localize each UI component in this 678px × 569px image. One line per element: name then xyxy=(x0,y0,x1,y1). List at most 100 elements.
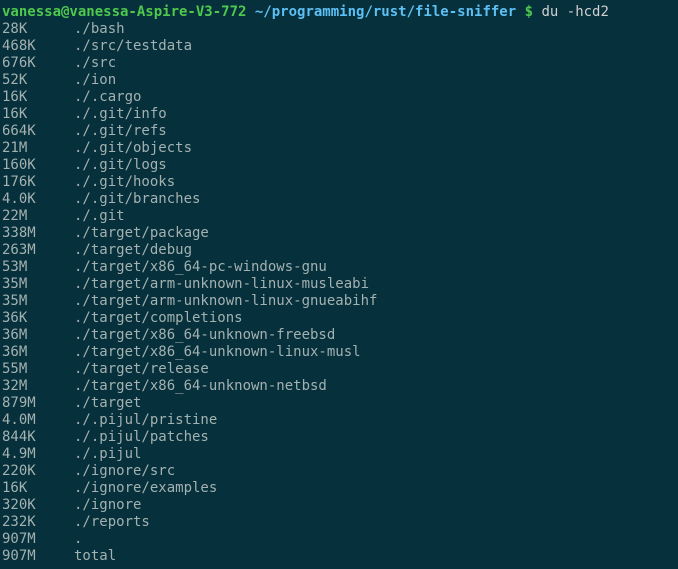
path-value: ./target/arm-unknown-linux-gnueabihf xyxy=(74,293,377,309)
path-value: . xyxy=(74,531,82,547)
size-value: 53M xyxy=(2,259,74,276)
path-value: ./target/package xyxy=(74,225,209,241)
output-row: 176K./.git/hooks xyxy=(2,174,678,191)
output-row: 16K./.git/info xyxy=(2,106,678,123)
size-value: 263M xyxy=(2,242,74,259)
path-value: ./target/x86_64-unknown-freebsd xyxy=(74,327,335,343)
output-row: 36K./target/completions xyxy=(2,310,678,327)
size-value: 907M xyxy=(2,548,74,565)
output-row: 21M./.git/objects xyxy=(2,140,678,157)
path-value: ./src/testdata xyxy=(74,38,192,54)
path-value: ./ion xyxy=(74,72,116,88)
output-row: 53M./target/x86_64-pc-windows-gnu xyxy=(2,259,678,276)
size-value: 4.9M xyxy=(2,446,74,463)
path-value: ./ignore/examples xyxy=(74,480,217,496)
path-value: ./.git xyxy=(74,208,125,224)
size-value: 16K xyxy=(2,480,74,497)
size-value: 35M xyxy=(2,293,74,310)
output-row: 907Mtotal xyxy=(2,548,678,565)
path-value: ./bash xyxy=(74,21,125,37)
path-value: ./.pijul/patches xyxy=(74,429,209,445)
path-value: total xyxy=(74,548,116,564)
output-row: 232K./reports xyxy=(2,514,678,531)
path-value: ./target/x86_64-pc-windows-gnu xyxy=(74,259,327,275)
size-value: 176K xyxy=(2,174,74,191)
command-text[interactable]: du -hcd2 xyxy=(541,4,608,20)
size-value: 907M xyxy=(2,531,74,548)
path-value: ./.git/info xyxy=(74,106,167,122)
dollar: $ xyxy=(525,4,533,20)
size-value: 28K xyxy=(2,21,74,38)
size-value: 21M xyxy=(2,140,74,157)
size-value: 468K xyxy=(2,38,74,55)
output-row: 844K./.pijul/patches xyxy=(2,429,678,446)
size-value: 16K xyxy=(2,106,74,123)
output-row: 879M./target xyxy=(2,395,678,412)
path-value: ./.pijul xyxy=(74,446,141,462)
prompt-line: vanessa@vanessa-Aspire-V3-772 ~/programm… xyxy=(2,4,678,21)
cwd: ~/programming/rust/file-sniffer xyxy=(255,4,516,20)
output-row: 664K./.git/refs xyxy=(2,123,678,140)
path-value: ./.git/logs xyxy=(74,157,167,173)
size-value: 35M xyxy=(2,276,74,293)
path-value: ./target/completions xyxy=(74,310,243,326)
size-value: 338M xyxy=(2,225,74,242)
size-value: 55M xyxy=(2,361,74,378)
output-row: 220K./ignore/src xyxy=(2,463,678,480)
path-value: ./.git/hooks xyxy=(74,174,175,190)
output-row: 36M./target/x86_64-unknown-linux-musl xyxy=(2,344,678,361)
size-value: 320K xyxy=(2,497,74,514)
size-value: 220K xyxy=(2,463,74,480)
output-row: 338M./target/package xyxy=(2,225,678,242)
du-output: 28K./bash468K./src/testdata676K./src52K.… xyxy=(2,21,678,565)
output-row: 676K./src xyxy=(2,55,678,72)
path-value: ./target/debug xyxy=(74,242,192,258)
output-row: 36M./target/x86_64-unknown-freebsd xyxy=(2,327,678,344)
path-value: ./ignore/src xyxy=(74,463,175,479)
size-value: 36K xyxy=(2,310,74,327)
size-value: 232K xyxy=(2,514,74,531)
size-value: 676K xyxy=(2,55,74,72)
output-row: 160K./.git/logs xyxy=(2,157,678,174)
size-value: 160K xyxy=(2,157,74,174)
path-value: ./.pijul/pristine xyxy=(74,412,217,428)
size-value: 22M xyxy=(2,208,74,225)
output-row: 4.0M./.pijul/pristine xyxy=(2,412,678,429)
size-value: 32M xyxy=(2,378,74,395)
output-row: 320K./ignore xyxy=(2,497,678,514)
path-value: ./.git/refs xyxy=(74,123,167,139)
output-row: 16K./.cargo xyxy=(2,89,678,106)
path-value: ./.cargo xyxy=(74,89,141,105)
path-value: ./.git/branches xyxy=(74,191,200,207)
path-value: ./ignore xyxy=(74,497,141,513)
size-value: 36M xyxy=(2,344,74,361)
output-row: 4.9M./.pijul xyxy=(2,446,678,463)
path-value: ./target/release xyxy=(74,361,209,377)
output-row: 468K./src/testdata xyxy=(2,38,678,55)
output-row: 907M. xyxy=(2,531,678,548)
output-row: 263M./target/debug xyxy=(2,242,678,259)
size-value: 879M xyxy=(2,395,74,412)
path-value: ./.git/objects xyxy=(74,140,192,156)
size-value: 4.0K xyxy=(2,191,74,208)
size-value: 36M xyxy=(2,327,74,344)
output-row: 35M./target/arm-unknown-linux-gnueabihf xyxy=(2,293,678,310)
output-row: 28K./bash xyxy=(2,21,678,38)
output-row: 35M./target/arm-unknown-linux-musleabi xyxy=(2,276,678,293)
path-value: ./target/x86_64-unknown-linux-musl xyxy=(74,344,361,360)
output-row: 4.0K./.git/branches xyxy=(2,191,678,208)
size-value: 664K xyxy=(2,123,74,140)
user-host: vanessa@vanessa-Aspire-V3-772 xyxy=(2,4,246,20)
path-value: ./target/arm-unknown-linux-musleabi xyxy=(74,276,369,292)
size-value: 4.0M xyxy=(2,412,74,429)
output-row: 22M./.git xyxy=(2,208,678,225)
path-value: ./src xyxy=(74,55,116,71)
output-row: 32M./target/x86_64-unknown-netbsd xyxy=(2,378,678,395)
path-value: ./reports xyxy=(74,514,150,530)
output-row: 16K./ignore/examples xyxy=(2,480,678,497)
size-value: 16K xyxy=(2,89,74,106)
output-row: 52K./ion xyxy=(2,72,678,89)
path-value: ./target xyxy=(74,395,141,411)
size-value: 52K xyxy=(2,72,74,89)
output-row: 55M./target/release xyxy=(2,361,678,378)
